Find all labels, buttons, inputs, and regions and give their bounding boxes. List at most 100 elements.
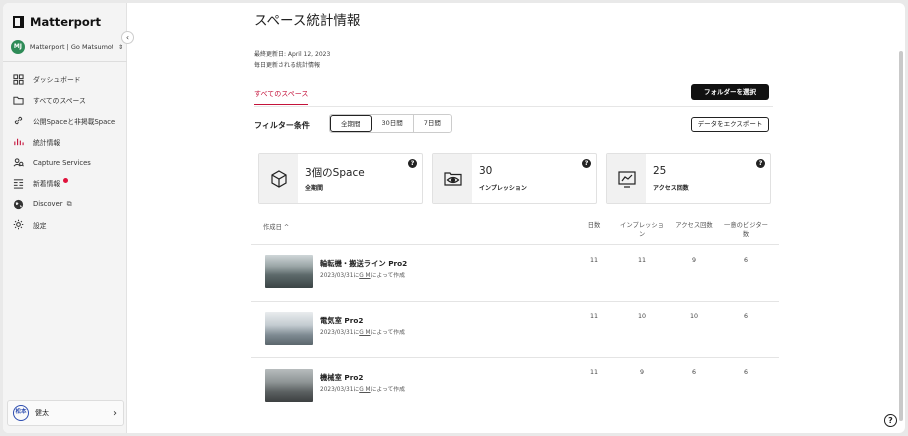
sidebar-item-label: Capture Services <box>33 158 91 167</box>
page-scrollbar[interactable] <box>899 51 903 421</box>
sidebar-item-capture-services[interactable]: Capture Services <box>3 152 127 173</box>
space-title[interactable]: 機械室 Pro2 <box>320 373 363 383</box>
cell-days: 11 <box>589 257 598 264</box>
sidebar-nav: ダッシュボード すべてのスペース 公開Spaceと非掲載Space 統計情報 C… <box>3 69 127 235</box>
external-link-icon: ⧉ <box>66 199 72 208</box>
filter-30-days[interactable]: 30日間 <box>371 115 414 132</box>
cell-visits: 9 <box>691 257 696 264</box>
update-note: 毎日更新される統計情報 <box>254 62 321 69</box>
space-title[interactable]: 輪転機・搬送ライン Pro2 <box>320 259 407 269</box>
sidebar-item-label: 公開Spaceと非掲載Space <box>33 117 116 126</box>
table-divider <box>251 357 779 358</box>
avatar: 松本 <box>13 405 29 421</box>
column-header-unique-visitors: 一意のビジター数 <box>724 222 768 238</box>
up-down-chevron-icon: ⇕ <box>117 43 123 51</box>
stat-card-spaces: 3個のSpace 全期間 ? <box>258 153 423 204</box>
help-icon[interactable]: ? <box>582 159 591 168</box>
table-divider <box>251 301 779 302</box>
space-thumbnail <box>265 369 313 402</box>
cell-unique-visitors: 6 <box>743 369 748 376</box>
cell-visits: 10 <box>689 313 698 320</box>
stats-icon <box>12 136 24 148</box>
sidebar-item-label: すべてのスペース <box>33 97 86 106</box>
sidebar-item-all-spaces[interactable]: すべてのスペース <box>3 90 127 111</box>
user-name: 健太 <box>35 409 49 417</box>
filter-all-time[interactable]: 全期間 <box>330 115 372 132</box>
sidebar-item-discover[interactable]: Discover ⧉ <box>3 194 127 215</box>
filter-label: フィルター条件 <box>254 121 310 130</box>
cell-impressions: 10 <box>637 313 646 320</box>
app-window: Matterport MJ Matterport | Go Matsumoto … <box>3 3 905 433</box>
sidebar-item-label: 統計情報 <box>33 138 61 147</box>
news-icon <box>12 177 24 189</box>
stat-label: アクセス回数 <box>653 185 689 192</box>
space-thumbnail <box>265 255 313 288</box>
cell-days: 11 <box>589 313 598 320</box>
help-button[interactable]: ? <box>884 414 897 427</box>
chevron-right-icon: › <box>113 407 117 419</box>
sidebar-item-dashboard[interactable]: ダッシュボード <box>3 69 127 90</box>
folder-icon <box>12 94 24 106</box>
stat-card-visits: 25 アクセス回数 ? <box>606 153 771 204</box>
period-filter: 全期間 30日間 7日間 <box>329 114 452 133</box>
space-created: 2023/03/31にG Mによって作成 <box>320 273 405 279</box>
org-name: Matterport | Go Matsumoto <box>29 43 113 51</box>
main-content: スペース統計情報 最終更新日: April 12, 2023 毎日更新される統計… <box>127 3 905 433</box>
cell-impressions: 11 <box>637 257 646 264</box>
cube-icon <box>259 154 298 203</box>
org-avatar: MJ <box>11 40 25 54</box>
brand-name: Matterport <box>30 15 101 29</box>
eye-icon <box>433 154 472 203</box>
sidebar: Matterport MJ Matterport | Go Matsumoto … <box>3 3 127 433</box>
select-folder-button[interactable]: フォルダーを選択 <box>691 84 769 100</box>
help-icon[interactable]: ? <box>756 159 765 168</box>
column-header-impressions: インプレッション <box>620 222 664 238</box>
stat-value: 25 <box>653 165 667 177</box>
stat-card-impressions: 30 インプレッション ? <box>432 153 597 204</box>
space-thumbnail <box>265 312 313 345</box>
last-updated: 最終更新日: April 12, 2023 <box>254 51 331 58</box>
page-title: スペース統計情報 <box>254 13 361 29</box>
tab-divider <box>254 106 773 107</box>
user-menu[interactable]: 松本 健太 › <box>7 400 124 426</box>
space-created: 2023/03/31にG Mによって作成 <box>320 330 405 336</box>
sidebar-item-settings[interactable]: 設定 <box>3 215 127 236</box>
stat-label: インプレッション <box>479 185 527 192</box>
dashboard-icon <box>12 73 24 85</box>
cell-days: 11 <box>589 369 598 376</box>
sidebar-item-public-spaces[interactable]: 公開Spaceと非掲載Space <box>3 111 127 132</box>
cell-visits: 6 <box>691 369 696 376</box>
column-header-days: 日数 <box>587 222 601 229</box>
help-icon[interactable]: ? <box>408 159 417 168</box>
sidebar-item-news[interactable]: 新着情報 <box>3 173 127 194</box>
brand-logo[interactable]: Matterport <box>13 15 101 29</box>
cell-unique-visitors: 6 <box>743 257 748 264</box>
filter-7-days[interactable]: 7日間 <box>413 115 451 132</box>
space-title[interactable]: 電気室 Pro2 <box>320 316 363 326</box>
space-created: 2023/03/31にG Mによって作成 <box>320 387 405 393</box>
org-switcher[interactable]: MJ Matterport | Go Matsumoto ⇕ <box>11 40 123 54</box>
stat-label: 全期間 <box>305 185 324 192</box>
capture-services-icon <box>12 157 24 169</box>
link-icon <box>12 115 24 127</box>
table-divider <box>251 244 779 245</box>
tab-all-spaces[interactable]: すべてのスペース <box>254 89 309 105</box>
cell-unique-visitors: 6 <box>743 313 748 320</box>
globe-icon <box>12 198 24 210</box>
stat-value: 3個のSpace <box>305 167 365 179</box>
column-header-visits: アクセス回数 <box>675 222 713 229</box>
export-data-button[interactable]: データをエクスポート <box>691 117 769 132</box>
matterport-logo-icon <box>13 16 24 28</box>
collapse-sidebar-button[interactable]: ‹ <box>121 31 134 44</box>
sidebar-divider <box>3 61 127 62</box>
gear-icon <box>12 219 24 231</box>
sidebar-item-label: ダッシュボード <box>33 76 81 85</box>
notification-badge <box>63 178 69 184</box>
sidebar-item-label: 設定 <box>33 221 47 230</box>
cell-impressions: 9 <box>639 369 644 376</box>
sidebar-item-label: Discover <box>33 200 63 209</box>
analytics-icon <box>607 154 646 203</box>
sidebar-item-label: 新着情報 <box>33 180 61 189</box>
sidebar-item-stats[interactable]: 統計情報 <box>3 131 127 152</box>
column-header-date[interactable]: 作成日 ^ <box>263 223 289 232</box>
